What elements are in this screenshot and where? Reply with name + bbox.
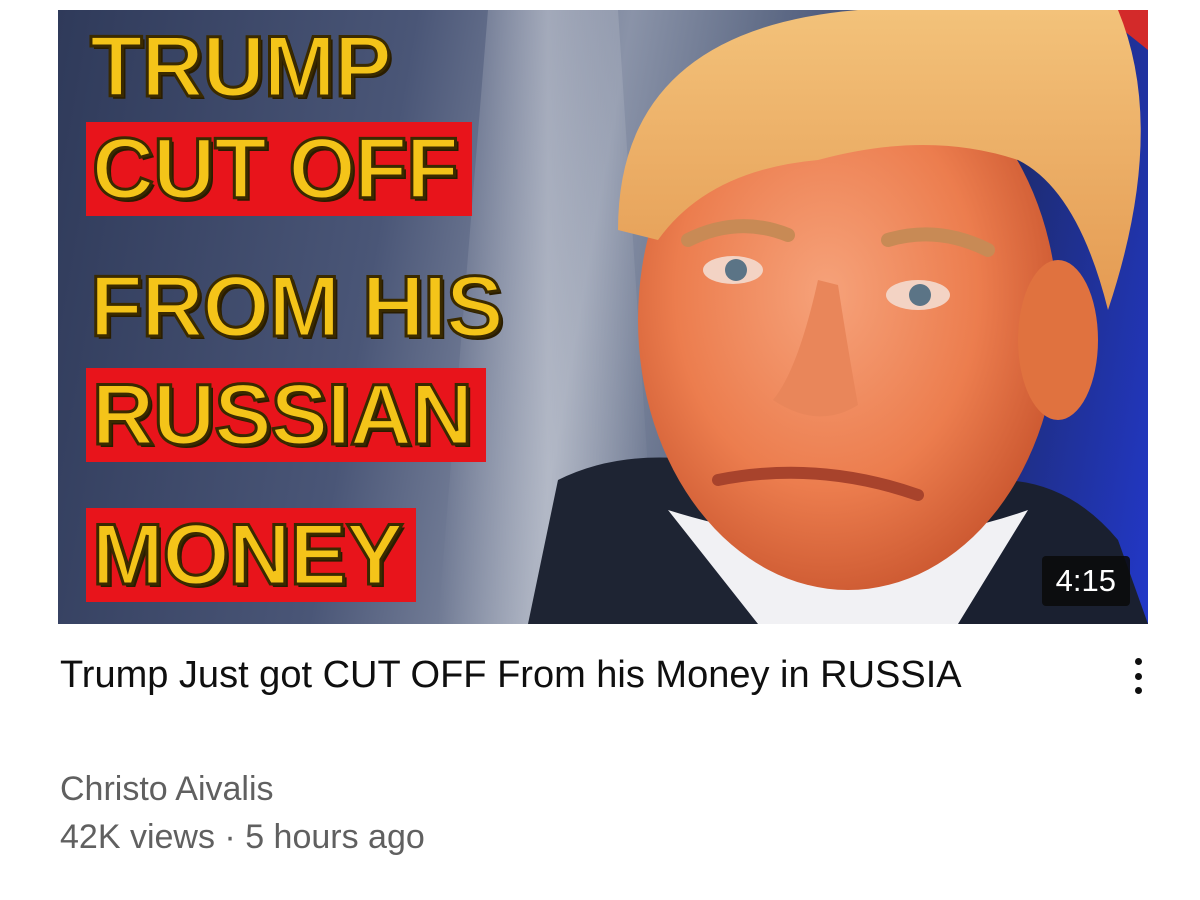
thumbnail-headline-line-3: FROM HIS	[88, 259, 504, 355]
thumbnail-headline-line-5: MONEY	[86, 508, 417, 602]
upload-age: 5 hours ago	[245, 818, 425, 856]
thumbnail-headline-line-1: TRUMP	[89, 19, 394, 115]
more-vert-icon[interactable]	[1118, 652, 1158, 700]
video-stats: 42K views · 5 hours ago	[60, 818, 425, 857]
thumbnail-headline-line-2: CUT OFF	[86, 122, 472, 216]
video-duration-badge: 4:15	[1041, 556, 1130, 606]
channel-name[interactable]: Christo Aivalis	[60, 770, 274, 809]
thumbnail-headline-line-4: RUSSIAN	[86, 368, 487, 462]
menu-dot	[1134, 658, 1142, 665]
video-title[interactable]: Trump Just got CUT OFF From his Money in…	[60, 650, 1040, 700]
video-thumbnail[interactable]: TRUMP CUT OFF FROM HIS RUSSIAN MONEY 4:1…	[58, 10, 1148, 624]
menu-dot	[1134, 687, 1142, 694]
stats-separator: ·	[224, 818, 236, 856]
view-count: 42K views	[60, 818, 215, 856]
video-card[interactable]: TRUMP CUT OFF FROM HIS RUSSIAN MONEY 4:1…	[0, 0, 1200, 900]
menu-dot	[1134, 672, 1142, 680]
